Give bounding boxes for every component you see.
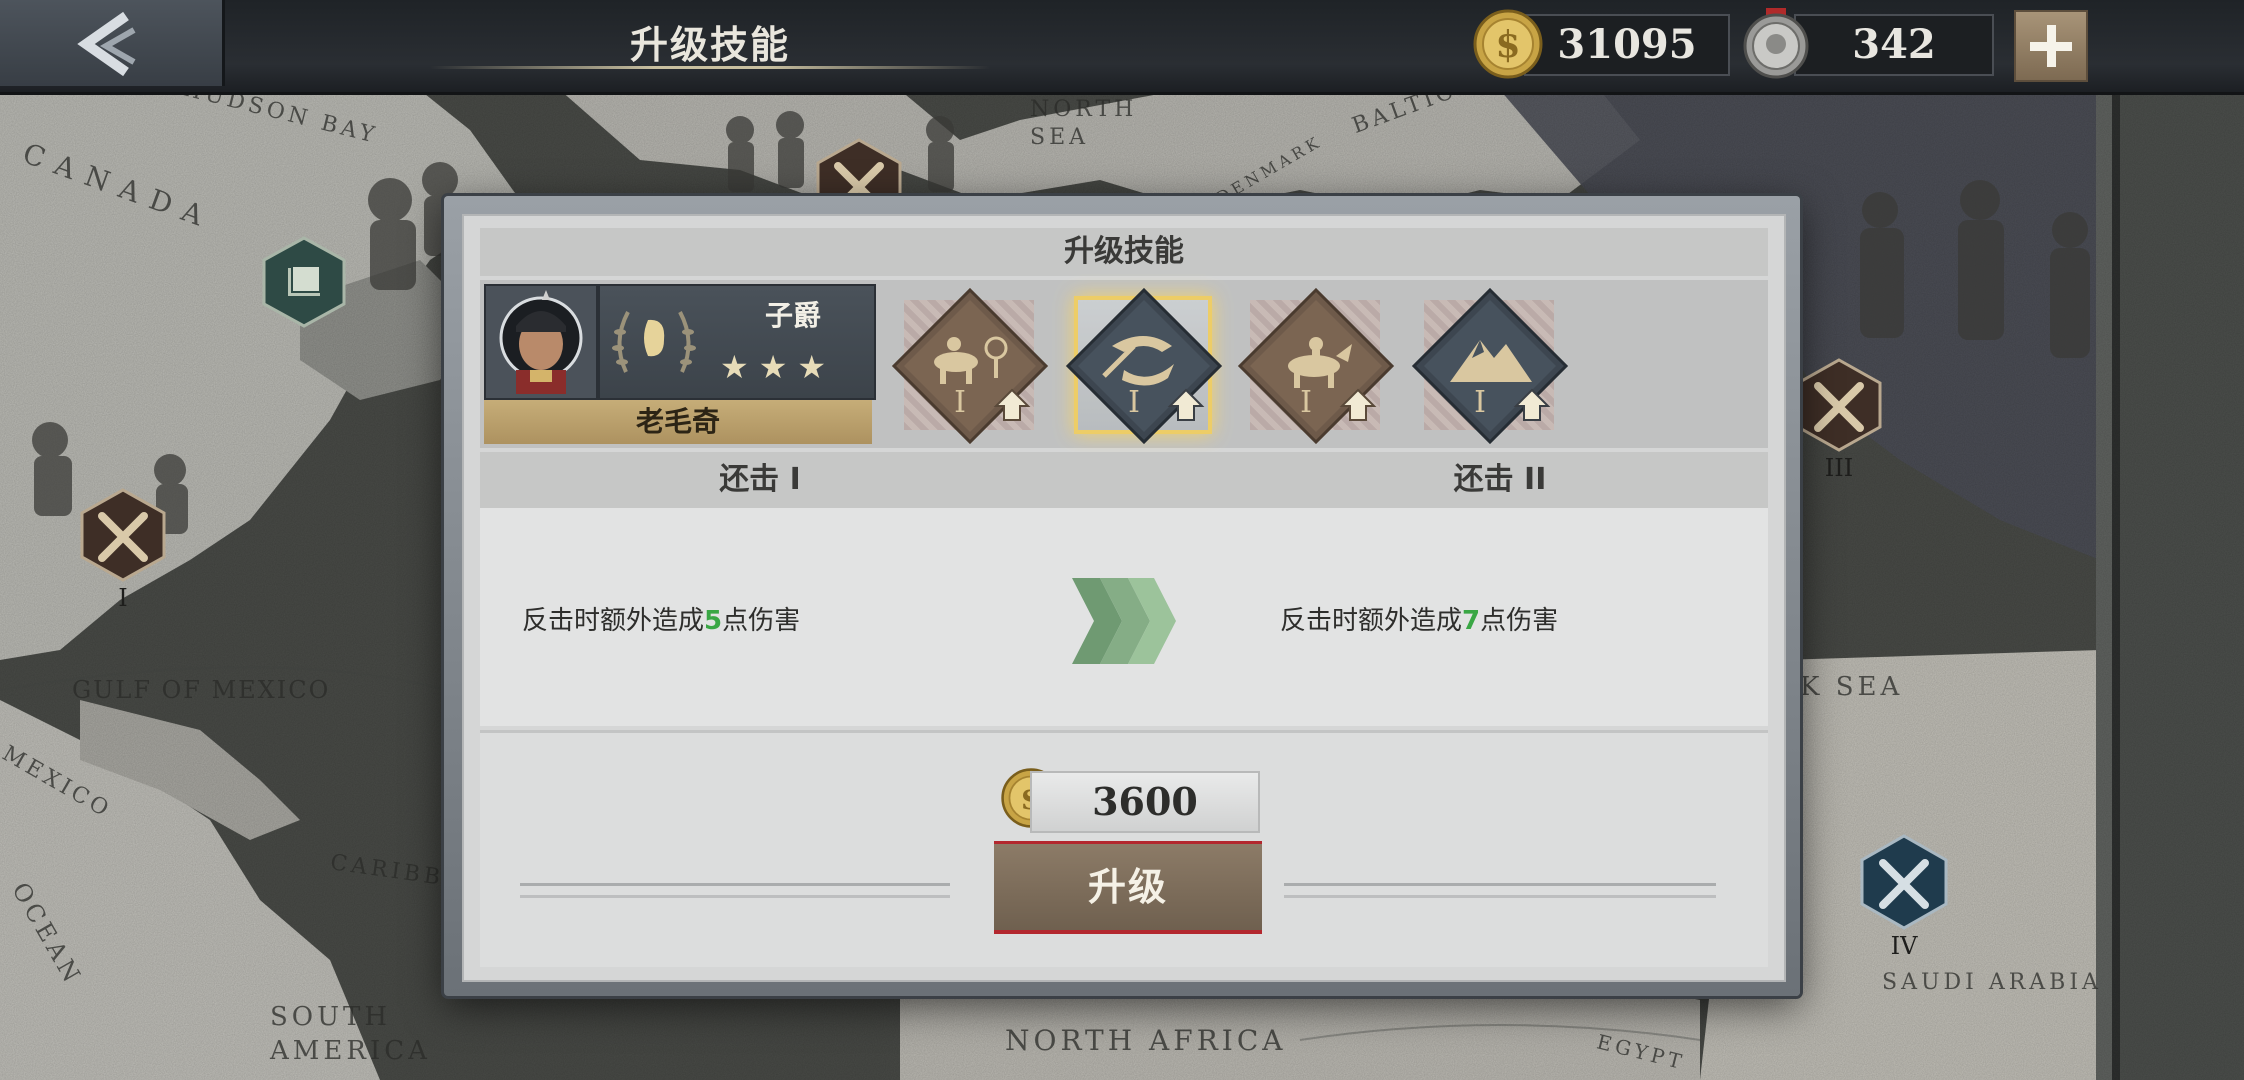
star-icon: ★ xyxy=(797,348,827,386)
next-skill-description: 反击时额外造成7点伤害 xyxy=(1280,606,1559,636)
upgrade-skill-dialog: 升级技能 子爵 ★ ★ ★ 老毛奇 I I I I 还击 I 还击 II 反击时… xyxy=(444,196,1800,996)
marker-level-3: III xyxy=(1824,454,1854,482)
map-label-north-africa: NORTH AFRICA xyxy=(1005,1024,1287,1057)
skill-slot-1[interactable]: I xyxy=(890,286,1050,446)
general-card[interactable]: 子爵 ★ ★ ★ 老毛奇 xyxy=(484,284,876,444)
map-marker-battle-3[interactable]: III xyxy=(1796,358,1882,482)
upgrade-cost: 3600 xyxy=(1030,771,1260,833)
crossed-rifles-icon xyxy=(1860,834,1948,930)
map-label-south-america: SOUTH AMERICA xyxy=(270,1002,431,1066)
general-portrait xyxy=(484,284,598,400)
general-name: 老毛奇 xyxy=(484,400,872,444)
svg-text:I: I xyxy=(1474,385,1486,420)
title-underline xyxy=(430,66,990,69)
upgrade-arrows-icon xyxy=(1072,578,1176,664)
svg-text:$: $ xyxy=(1495,24,1520,66)
upgrade-button[interactable]: 升级 xyxy=(994,841,1262,934)
back-arrow-icon xyxy=(77,11,136,77)
silver-medal-icon xyxy=(1743,8,1809,79)
current-level-label: 还击 I xyxy=(719,462,801,497)
rank-stars: ★ ★ ★ xyxy=(720,348,836,386)
rank-title: 子爵 xyxy=(764,299,821,332)
general-portrait-image xyxy=(499,290,583,394)
top-bar: 升级技能 31095 $ 342 xyxy=(0,0,2244,95)
map-label-gulf-of-mexico: GULF OF MEXICO xyxy=(72,676,331,704)
medal-counter: 342 xyxy=(1794,14,1994,76)
divider-line xyxy=(1284,895,1716,898)
skills-row: 子爵 ★ ★ ★ 老毛奇 I I I I xyxy=(480,280,1768,448)
dialog-body: 升级技能 子爵 ★ ★ ★ 老毛奇 I I I I 还击 I 还击 II 反击时… xyxy=(462,214,1786,982)
back-button[interactable] xyxy=(0,0,225,86)
map-label-sea: K SEA xyxy=(1800,672,1904,702)
marker-level-1: I xyxy=(118,584,128,612)
map-marker-battle-top[interactable] xyxy=(816,138,902,198)
crossed-rifles-icon xyxy=(80,488,166,582)
cavalry-charge-skill-icon: I xyxy=(1237,287,1395,445)
svg-text:I: I xyxy=(954,385,966,420)
svg-text:I: I xyxy=(1300,385,1312,420)
rank-panel: 子爵 ★ ★ ★ xyxy=(598,284,876,400)
skill-slot-4[interactable]: I xyxy=(1410,286,1570,446)
map-label-saudi-arabia: SAUDI ARABIA xyxy=(1882,970,2102,995)
level-strip: 还击 I 还击 II xyxy=(480,452,1768,508)
map-marker-battle-1[interactable]: I xyxy=(80,488,166,612)
page-title: 升级技能 xyxy=(629,23,790,67)
add-currency-button[interactable] xyxy=(2014,10,2088,82)
divider-line xyxy=(1284,883,1716,886)
map-label-north-sea: NORTH SEA xyxy=(1030,97,1138,150)
star-icon: ★ xyxy=(720,348,749,386)
star-icon: ★ xyxy=(758,348,788,386)
skill-slot-2[interactable]: I xyxy=(1064,286,1224,446)
laurel-badge-icon xyxy=(612,311,696,373)
gold-coin-icon: $ xyxy=(1473,9,1543,79)
current-skill-description: 反击时额外造成5点伤害 xyxy=(522,606,801,636)
counterattack-skill-icon: I xyxy=(1065,287,1223,445)
crossed-rifles-icon xyxy=(816,138,902,198)
skill-slot-3[interactable]: I xyxy=(1236,286,1396,446)
gold-counter: 31095 xyxy=(1524,14,1730,76)
divider-line xyxy=(520,895,950,898)
book-icon xyxy=(262,236,346,328)
next-level-label: 还击 II xyxy=(1453,462,1547,497)
skill-description-area: 反击时额外造成5点伤害 反击时额外造成7点伤害 xyxy=(480,508,1768,726)
marker-level-4: IV xyxy=(1890,932,1918,960)
map-marker-book[interactable] xyxy=(262,236,346,328)
map-marker-battle-4[interactable]: IV xyxy=(1860,834,1948,960)
dialog-title: 升级技能 xyxy=(480,228,1768,276)
cavalry-target-skill-icon: I xyxy=(891,287,1049,445)
svg-text:I: I xyxy=(1128,385,1140,420)
crossed-rifles-icon xyxy=(1796,358,1882,452)
cost-area: $ 3600 升级 xyxy=(480,730,1768,967)
divider-line xyxy=(520,883,950,886)
mountain-skill-icon: I xyxy=(1411,287,1569,445)
